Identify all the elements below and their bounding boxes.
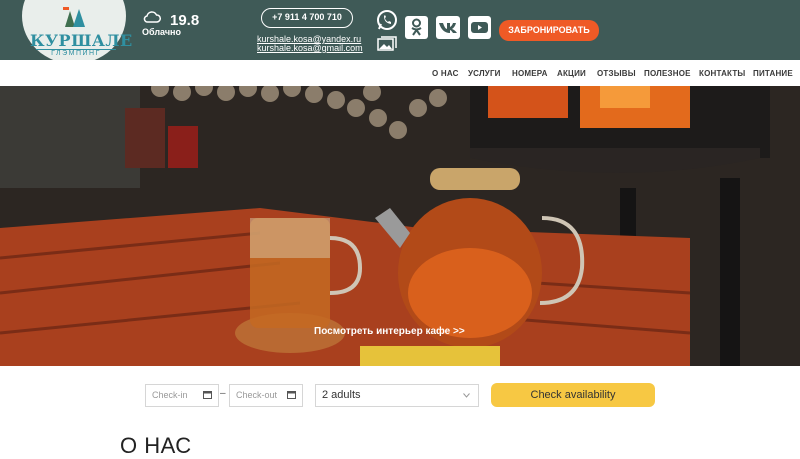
section-title: О НАС bbox=[120, 433, 192, 458]
guests-value: 2 adults bbox=[322, 389, 361, 401]
youtube-icon[interactable] bbox=[468, 16, 491, 39]
nav-item-food[interactable]: ПИТАНИЕ bbox=[753, 69, 793, 78]
checkout-field[interactable]: Check-out bbox=[229, 384, 303, 407]
nav-item-services[interactable]: УСЛУГИ bbox=[468, 69, 501, 78]
check-availability-button[interactable]: Check availability bbox=[491, 383, 655, 407]
nav-item-offers[interactable]: АКЦИИ bbox=[557, 69, 586, 78]
nav-item-reviews[interactable]: ОТЗЫВЫ bbox=[597, 69, 636, 78]
date-separator: – bbox=[220, 388, 226, 399]
guests-select[interactable]: 2 adults bbox=[315, 384, 479, 407]
book-button[interactable]: ЗАБРОНИРОВАТЬ bbox=[499, 20, 599, 41]
weather-condition: Облачно bbox=[142, 27, 181, 37]
logo-subtitle: ГЛЭМПИНГ bbox=[36, 49, 116, 58]
cloud-icon bbox=[143, 11, 161, 23]
calendar-icon bbox=[203, 391, 212, 399]
calendar-icon bbox=[287, 391, 296, 399]
phone-button[interactable]: +7 911 4 700 710 bbox=[261, 8, 353, 28]
hero-image: Посмотреть интерьер кафе >> bbox=[0, 78, 800, 366]
logo-trees-icon bbox=[61, 5, 88, 29]
main-nav: О НАС УСЛУГИ НОМЕРА АКЦИИ ОТЗЫВЫ ПОЛЕЗНО… bbox=[0, 60, 800, 86]
logo-title: КУРШАЛЕ bbox=[30, 31, 133, 50]
checkout-placeholder: Check-out bbox=[236, 390, 278, 400]
chevron-down-icon bbox=[463, 393, 470, 398]
nav-item-useful[interactable]: ПОЛЕЗНОЕ bbox=[644, 69, 691, 78]
whatsapp-icon[interactable] bbox=[376, 9, 398, 31]
nav-item-rooms[interactable]: НОМЕРА bbox=[512, 69, 548, 78]
nav-item-about[interactable]: О НАС bbox=[432, 69, 459, 78]
top-header: КУРШАЛЕ ГЛЭМПИНГ 19.8 Облачно +7 911 4 7… bbox=[0, 0, 800, 64]
email-link-gmail[interactable]: kurshale.kosa@gmail.com bbox=[257, 43, 363, 53]
vk-icon[interactable] bbox=[436, 16, 460, 39]
checkin-placeholder: Check-in bbox=[152, 390, 188, 400]
nav-item-contacts[interactable]: КОНТАКТЫ bbox=[699, 69, 745, 78]
cafe-interior-photo bbox=[0, 78, 800, 366]
gallery-icon[interactable] bbox=[377, 36, 397, 52]
hero-caption-link[interactable]: Посмотреть интерьер кафе >> bbox=[314, 326, 465, 337]
checkin-field[interactable]: Check-in bbox=[145, 384, 219, 407]
odnoklassniki-icon[interactable] bbox=[405, 16, 428, 39]
